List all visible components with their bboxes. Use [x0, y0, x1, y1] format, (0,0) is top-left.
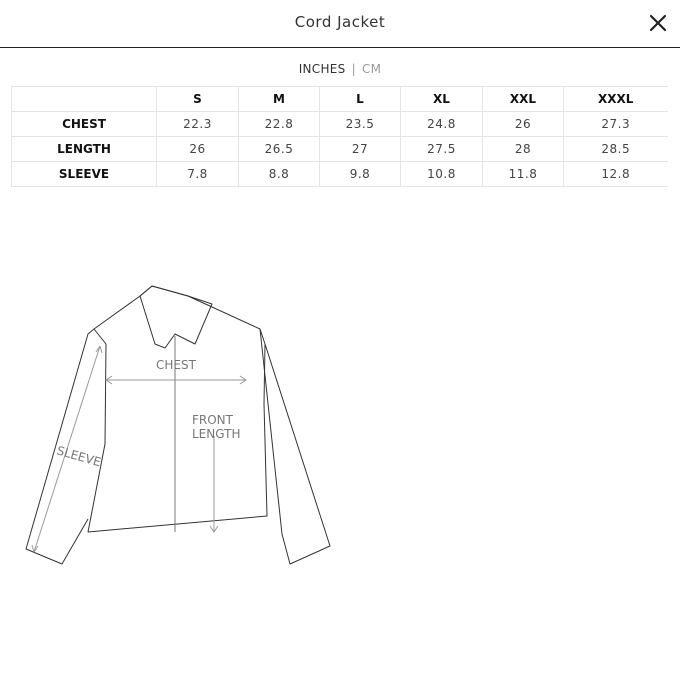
- table-row: CHEST 22.3 22.8 23.5 24.8 26 27.3: [11, 111, 668, 137]
- table-header-size: XXL: [482, 86, 564, 112]
- table-cell: 24.8: [400, 111, 483, 137]
- front-length-label-line2: LENGTH: [192, 427, 240, 441]
- unit-cm-button[interactable]: CM: [362, 62, 381, 76]
- row-label: CHEST: [11, 111, 157, 137]
- table-cell: 7.8: [156, 161, 239, 187]
- row-label: SLEEVE: [11, 161, 157, 187]
- unit-separator: |: [351, 62, 356, 76]
- unit-toggle: INCHES | CM: [0, 62, 680, 76]
- table-cell: 26: [156, 136, 239, 162]
- table-cell: 12.8: [563, 161, 668, 187]
- table-header-size: XL: [400, 86, 483, 112]
- modal-header: Cord Jacket: [0, 0, 680, 48]
- table-cell: 26.5: [238, 136, 320, 162]
- table-header-size: S: [156, 86, 239, 112]
- row-label: LENGTH: [11, 136, 157, 162]
- table-row: SLEEVE 7.8 8.8 9.8 10.8 11.8 12.8: [11, 161, 668, 187]
- table-cell: 22.8: [238, 111, 320, 137]
- table-row: LENGTH 26 26.5 27 27.5 28 28.5: [11, 136, 668, 162]
- jacket-body-outline: [87, 285, 268, 533]
- table-header-size: L: [319, 86, 401, 112]
- unit-inches-button[interactable]: INCHES: [299, 62, 346, 76]
- table-header-size: XXXL: [563, 86, 668, 112]
- size-chart-table: S M L XL XXL XXXL CHEST 22.3 22.8 23.5 2…: [11, 86, 668, 187]
- table-cell: 27.3: [563, 111, 668, 137]
- table-cell: 22.3: [156, 111, 239, 137]
- jacket-right-sleeve: [259, 328, 331, 565]
- table-cell: 28: [482, 136, 564, 162]
- table-cell: 28.5: [563, 136, 668, 162]
- table-cell: 23.5: [319, 111, 401, 137]
- table-cell: 11.8: [482, 161, 564, 187]
- table-header-row: S M L XL XXL XXXL: [11, 86, 668, 112]
- chest-label: CHEST: [156, 358, 197, 372]
- jacket-collar: [139, 285, 213, 349]
- table-header-size: M: [238, 86, 320, 112]
- table-cell: 10.8: [400, 161, 483, 187]
- close-icon[interactable]: [646, 11, 670, 35]
- front-length-label-line1: FRONT: [192, 413, 234, 427]
- table-cell: 27: [319, 136, 401, 162]
- sleeve-label: SLEEVE: [55, 443, 102, 469]
- table-cell: 27.5: [400, 136, 483, 162]
- jacket-measurement-diagram: CHEST FRONT LENGTH SLEEVE: [20, 284, 332, 568]
- modal-title: Cord Jacket: [294, 13, 386, 31]
- table-header-empty: [11, 86, 157, 112]
- table-cell: 8.8: [238, 161, 320, 187]
- table-cell: 26: [482, 111, 564, 137]
- table-cell: 9.8: [319, 161, 401, 187]
- jacket-illustration: CHEST FRONT LENGTH SLEEVE: [25, 285, 331, 565]
